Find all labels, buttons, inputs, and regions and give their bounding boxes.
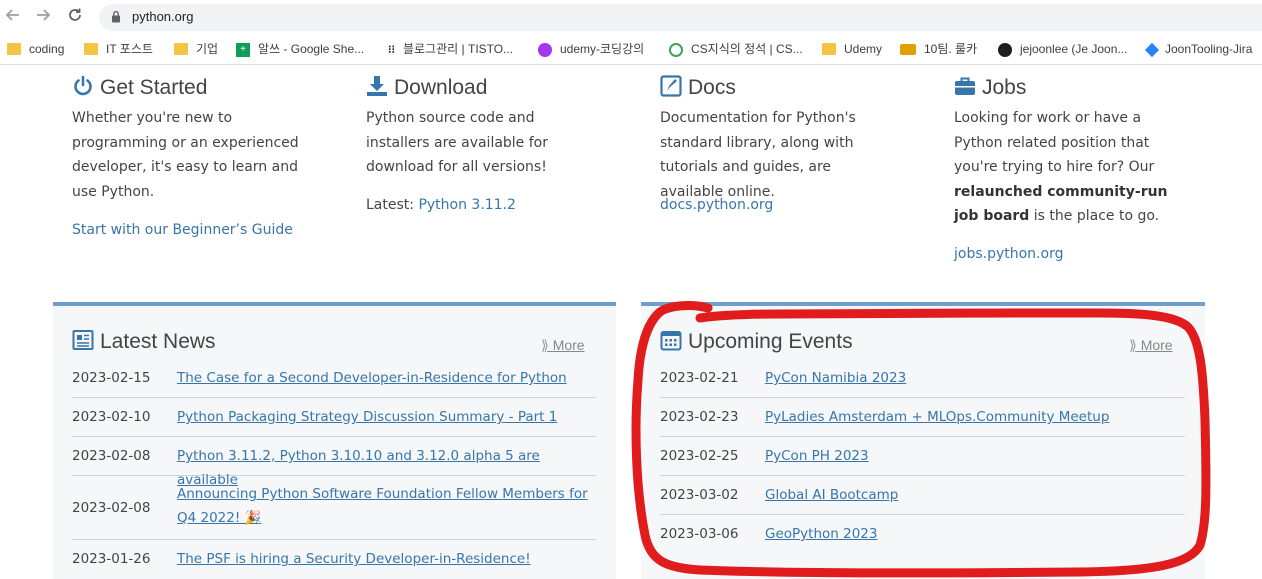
calendar-icon (660, 331, 682, 351)
browser-toolbar: python.org (0, 0, 1262, 35)
news-row: 2023-02-15 The Case for a Second Develop… (72, 360, 596, 398)
reload-button[interactable] (65, 7, 85, 27)
news-row: 2023-02-10 Python Packaging Strategy Dis… (72, 398, 596, 437)
news-row: 2023-01-26 The PSF is hiring a Security … (72, 540, 596, 578)
bookmark-it-post[interactable]: IT 포스트 (84, 40, 153, 58)
get-started-text: Whether you're new to programming or an … (72, 110, 299, 200)
event-title-link[interactable]: GeoPython 2023 (765, 522, 877, 546)
google-sheets-icon: + (236, 42, 250, 57)
event-row: 2023-03-06 GeoPython 2023 (660, 515, 1185, 553)
bookmark-tistory[interactable]: ⁝⁝ 블로그관리 | TISTO... (388, 40, 513, 58)
power-icon (74, 75, 92, 96)
event-row: 2023-02-21 PyCon Namibia 2023 (660, 360, 1185, 398)
event-row: 2023-02-25 PyCon PH 2023 (660, 437, 1185, 476)
docs-heading: Docs (660, 75, 736, 101)
event-date: 2023-03-06 (660, 526, 739, 542)
news-row: 2023-02-08 Announcing Python Software Fo… (72, 476, 596, 540)
bookmarks-bar: coding IT 포스트 기업 + 알쓰 - Google She... ⁝⁝ 블… (0, 35, 1262, 65)
news-more-link[interactable]: ⟫ More (541, 337, 585, 354)
news-title-link[interactable]: Announcing Python Software Foundation Fe… (177, 482, 592, 530)
arrow-left-icon (5, 9, 19, 21)
docs-icon (660, 75, 682, 97)
more-chevrons-icon: ⟫ (1129, 337, 1137, 353)
reload-icon (69, 8, 81, 21)
folder-icon (7, 42, 21, 55)
latest-label: Latest: (366, 197, 419, 213)
news-date: 2023-01-26 (72, 551, 151, 567)
event-title-link[interactable]: PyCon PH 2023 (765, 444, 869, 468)
briefcase-icon (955, 77, 975, 95)
news-title-link[interactable]: The Case for a Second Developer-in-Resid… (177, 366, 567, 390)
jira-icon (1144, 42, 1160, 57)
news-title-link[interactable]: The PSF is hiring a Security Developer-i… (177, 547, 531, 571)
python-version-link[interactable]: Python 3.11.2 (418, 197, 516, 213)
github-icon (998, 42, 1012, 57)
news-row: 2023-02-08 Python 3.11.2, Python 3.10.10… (72, 437, 596, 488)
bookmark-github[interactable]: jejoonlee (Je Joon... (998, 40, 1127, 58)
bookmark-udemy[interactable]: Udemy (822, 40, 882, 58)
event-title-link[interactable]: Global AI Bootcamp (765, 483, 898, 507)
bookmark-udemy-course[interactable]: udemy-코딩강의 (538, 40, 644, 58)
news-date: 2023-02-10 (72, 409, 151, 425)
event-date: 2023-02-21 (660, 370, 739, 386)
folder-icon (822, 42, 836, 55)
download-heading: Download (366, 75, 487, 101)
clock-icon (669, 42, 683, 57)
bookmark-jira[interactable]: JoonTooling-Jira (1144, 40, 1252, 58)
jobs-link[interactable]: jobs.python.org (954, 246, 1063, 262)
news-date: 2023-02-08 (72, 448, 151, 464)
bookmark-company[interactable]: 기업 (174, 40, 218, 58)
bookmark-team10[interactable]: 10팀. 룰카 (900, 40, 977, 58)
docs-text: Documentation for Python's standard libr… (660, 110, 856, 200)
event-title-link[interactable]: PyLadies Amsterdam + MLOps.Community Mee… (765, 405, 1109, 429)
lock-icon (112, 10, 120, 23)
jobs-heading: Jobs (954, 75, 1026, 101)
folder-icon (174, 42, 188, 55)
latest-news-heading: Latest News (72, 329, 216, 355)
jobs-text: Looking for work or have a Python relate… (954, 110, 1168, 224)
forward-button[interactable] (33, 7, 53, 27)
arrow-right-icon (37, 9, 51, 21)
tistory-icon: ⁝⁝ (388, 43, 395, 56)
url-text: python.org (132, 9, 194, 24)
news-date: 2023-02-08 (72, 500, 151, 516)
folder-icon (84, 42, 98, 55)
event-date: 2023-03-02 (660, 487, 739, 503)
event-date: 2023-02-23 (660, 409, 739, 425)
news-date: 2023-02-15 (72, 370, 151, 386)
docs-link[interactable]: docs.python.org (660, 197, 773, 213)
upcoming-events-heading: Upcoming Events (660, 329, 853, 355)
more-chevrons-icon: ⟫ (541, 337, 549, 353)
event-row: 2023-02-23 PyLadies Amsterdam + MLOps.Co… (660, 398, 1185, 437)
download-icon (367, 76, 387, 96)
get-started-heading: Get Started (72, 75, 207, 101)
newspaper-icon (72, 330, 94, 350)
back-button[interactable] (3, 7, 23, 27)
address-bar[interactable]: python.org (99, 4, 1262, 31)
card-icon (900, 44, 916, 56)
udemy-icon (538, 42, 552, 57)
bookmark-coding[interactable]: coding (7, 40, 64, 58)
bookmark-google-sheet[interactable]: + 알쓰 - Google She... (236, 40, 364, 58)
event-row: 2023-03-02 Global AI Bootcamp (660, 476, 1185, 515)
latest-news-panel: Latest News ⟫ More 2023-02-15 The Case f… (53, 302, 616, 579)
news-title-link[interactable]: Python Packaging Strategy Discussion Sum… (177, 405, 557, 429)
download-text: Python source code and installers are av… (366, 110, 548, 175)
events-more-link[interactable]: ⟫ More (1129, 337, 1173, 354)
event-title-link[interactable]: PyCon Namibia 2023 (765, 366, 906, 390)
upcoming-events-panel: Upcoming Events ⟫ More 2023-02-21 PyCon … (641, 302, 1205, 579)
bookmark-cs-knowledge[interactable]: CS지식의 정석 | CS... (669, 40, 803, 58)
beginners-guide-link[interactable]: Start with our Beginner’s Guide (72, 222, 293, 238)
python-org-page: Get Started Whether you're new to progra… (0, 65, 1262, 579)
event-date: 2023-02-25 (660, 448, 739, 464)
